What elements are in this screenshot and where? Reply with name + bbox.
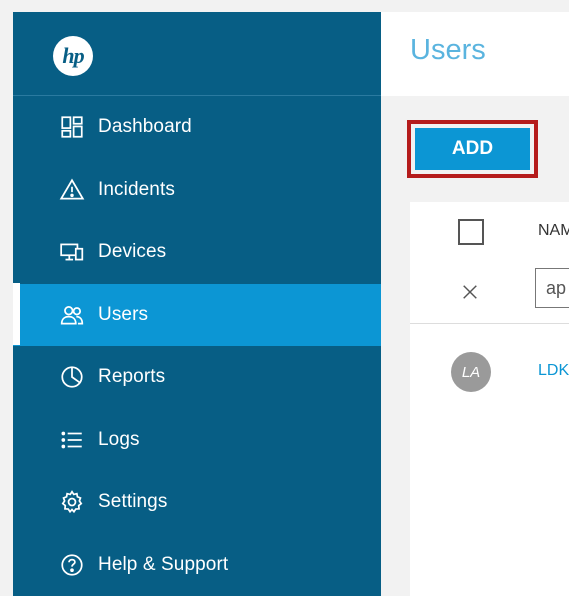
name-filter-input[interactable] bbox=[535, 268, 569, 308]
help-icon bbox=[58, 551, 86, 579]
table-row[interactable]: LA LDK bbox=[410, 324, 569, 410]
name-column-header[interactable]: NAM bbox=[538, 222, 569, 240]
gear-icon bbox=[58, 488, 86, 516]
sidebar-item-logs[interactable]: Logs bbox=[13, 409, 381, 472]
active-item-indicator bbox=[13, 283, 20, 345]
dashboard-icon bbox=[58, 113, 86, 141]
sidebar-item-label: Users bbox=[98, 303, 149, 325]
avatar: LA bbox=[451, 352, 491, 392]
clear-filter-icon[interactable] bbox=[456, 278, 484, 306]
user-name-link[interactable]: LDK bbox=[538, 362, 569, 380]
sidebar-item-label: Dashboard bbox=[98, 116, 192, 138]
sidebar-item-label: Settings bbox=[98, 491, 168, 513]
sidebar-item-help[interactable]: Help & Support bbox=[13, 534, 381, 596]
sidebar-item-dashboard[interactable]: Dashboard bbox=[13, 96, 381, 159]
devices-icon bbox=[58, 238, 86, 266]
sidebar-item-label: Incidents bbox=[98, 178, 175, 200]
table-header-row: NAM bbox=[410, 202, 569, 264]
logo-text: hp bbox=[62, 43, 84, 68]
sidebar-item-label: Logs bbox=[98, 428, 140, 450]
sidebar-item-label: Devices bbox=[98, 241, 167, 263]
sidebar-item-devices[interactable]: Devices bbox=[13, 221, 381, 284]
add-button[interactable]: ADD bbox=[415, 128, 530, 170]
sidebar-item-reports[interactable]: Reports bbox=[13, 346, 381, 409]
table-filter-row bbox=[410, 264, 569, 324]
sidebar: hp Dashboard Incidents Devices Users Rep… bbox=[13, 12, 381, 596]
hp-logo[interactable]: hp bbox=[53, 36, 93, 76]
app-frame: hp Dashboard Incidents Devices Users Rep… bbox=[0, 0, 569, 596]
sidebar-item-users[interactable]: Users bbox=[13, 283, 381, 346]
users-table: NAM LA LDK bbox=[410, 202, 569, 596]
sidebar-item-label: Reports bbox=[98, 366, 166, 388]
reports-icon bbox=[58, 363, 86, 391]
add-button-highlight: ADD bbox=[407, 120, 538, 178]
sidebar-item-settings[interactable]: Settings bbox=[13, 471, 381, 534]
logo-row: hp bbox=[13, 12, 381, 96]
main-content: Users ADD NAM LA LDK bbox=[381, 12, 569, 596]
sidebar-item-label: Help & Support bbox=[98, 553, 229, 575]
page-header: Users bbox=[381, 12, 569, 96]
sidebar-nav: Dashboard Incidents Devices Users Report… bbox=[13, 96, 381, 596]
page-title: Users bbox=[410, 34, 486, 66]
sidebar-item-incidents[interactable]: Incidents bbox=[13, 159, 381, 222]
warning-icon bbox=[58, 176, 86, 204]
users-icon bbox=[58, 301, 86, 329]
select-all-checkbox[interactable] bbox=[458, 219, 484, 245]
logs-icon bbox=[58, 426, 86, 454]
